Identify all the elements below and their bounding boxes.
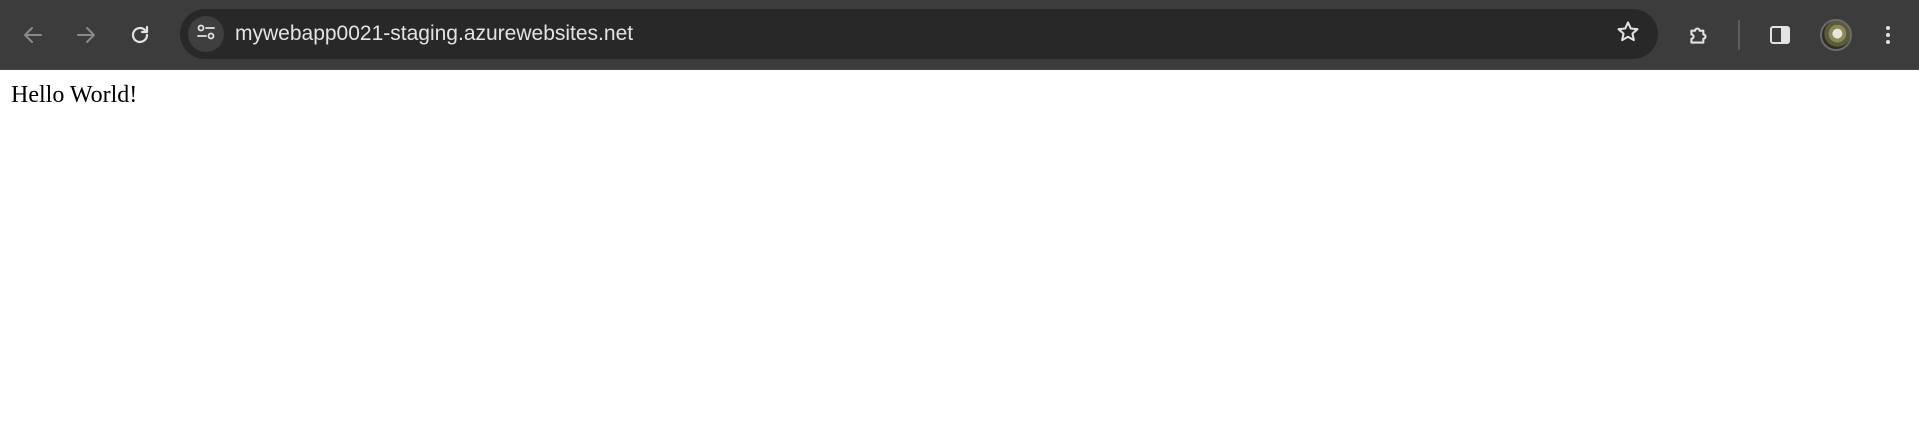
- body-text: Hello World!: [11, 82, 138, 108]
- menu-button[interactable]: [1868, 15, 1908, 55]
- tune-icon: [195, 21, 217, 48]
- side-panel-icon: [1768, 23, 1792, 47]
- reload-button[interactable]: [120, 15, 160, 55]
- back-button[interactable]: [13, 15, 53, 55]
- forward-arrow-icon: [74, 23, 98, 47]
- reload-icon: [128, 23, 152, 47]
- browser-toolbar: mywebapp0021-staging.azurewebsites.net: [0, 0, 1919, 70]
- kebab-menu-icon: [1876, 23, 1900, 47]
- extensions-button[interactable]: [1679, 15, 1719, 55]
- avatar[interactable]: [1820, 19, 1852, 51]
- back-arrow-icon: [21, 23, 45, 47]
- forward-button[interactable]: [66, 15, 106, 55]
- toolbar-divider: [1738, 20, 1740, 50]
- puzzle-icon: [1686, 22, 1712, 48]
- bookmark-button[interactable]: [1608, 14, 1648, 54]
- address-bar[interactable]: mywebapp0021-staging.azurewebsites.net: [180, 9, 1658, 59]
- star-icon: [1615, 19, 1641, 50]
- url-text[interactable]: mywebapp0021-staging.azurewebsites.net: [235, 9, 633, 59]
- side-panel-button[interactable]: [1760, 15, 1800, 55]
- site-info-button[interactable]: [188, 16, 224, 52]
- page-content: Hello World!: [11, 82, 137, 109]
